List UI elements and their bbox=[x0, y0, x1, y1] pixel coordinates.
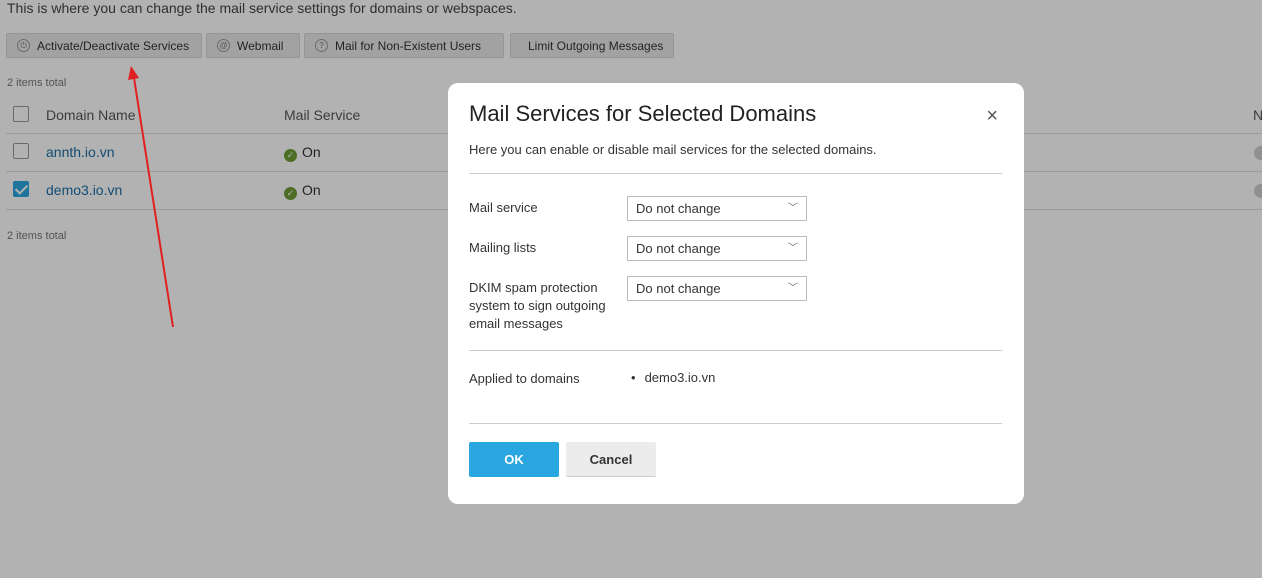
dkim-value: Do not change bbox=[636, 281, 721, 296]
mailing-lists-select[interactable]: Do not change ﹀ bbox=[627, 236, 807, 261]
mail-service-label: Mail service bbox=[469, 200, 538, 215]
dialog-title: Mail Services for Selected Domains bbox=[469, 101, 817, 126]
mailing-lists-value: Do not change bbox=[636, 241, 721, 256]
mail-services-dialog: Mail Services for Selected Domains × Her… bbox=[448, 83, 1024, 504]
divider bbox=[469, 423, 1002, 424]
applied-domain-item: demo3.io.vn bbox=[631, 370, 716, 385]
applied-to-domains-label: Applied to domains bbox=[469, 371, 580, 386]
dkim-label: DKIM spam protection system to sign outg… bbox=[469, 280, 606, 331]
cancel-button[interactable]: Cancel bbox=[566, 442, 656, 477]
chevron-down-icon: ﹀ bbox=[788, 243, 798, 254]
close-icon[interactable]: × bbox=[986, 106, 998, 126]
ok-button[interactable]: OK bbox=[469, 442, 559, 477]
dkim-select[interactable]: Do not change ﹀ bbox=[627, 276, 807, 301]
chevron-down-icon: ﹀ bbox=[788, 283, 798, 294]
mail-service-value: Do not change bbox=[636, 201, 721, 216]
mailing-lists-label: Mailing lists bbox=[469, 240, 537, 255]
divider bbox=[469, 350, 1002, 351]
chevron-down-icon: ﹀ bbox=[788, 203, 798, 214]
dialog-description: Here you can enable or disable mail serv… bbox=[469, 142, 877, 157]
divider bbox=[469, 173, 1002, 174]
mail-service-select[interactable]: Do not change ﹀ bbox=[627, 196, 807, 221]
